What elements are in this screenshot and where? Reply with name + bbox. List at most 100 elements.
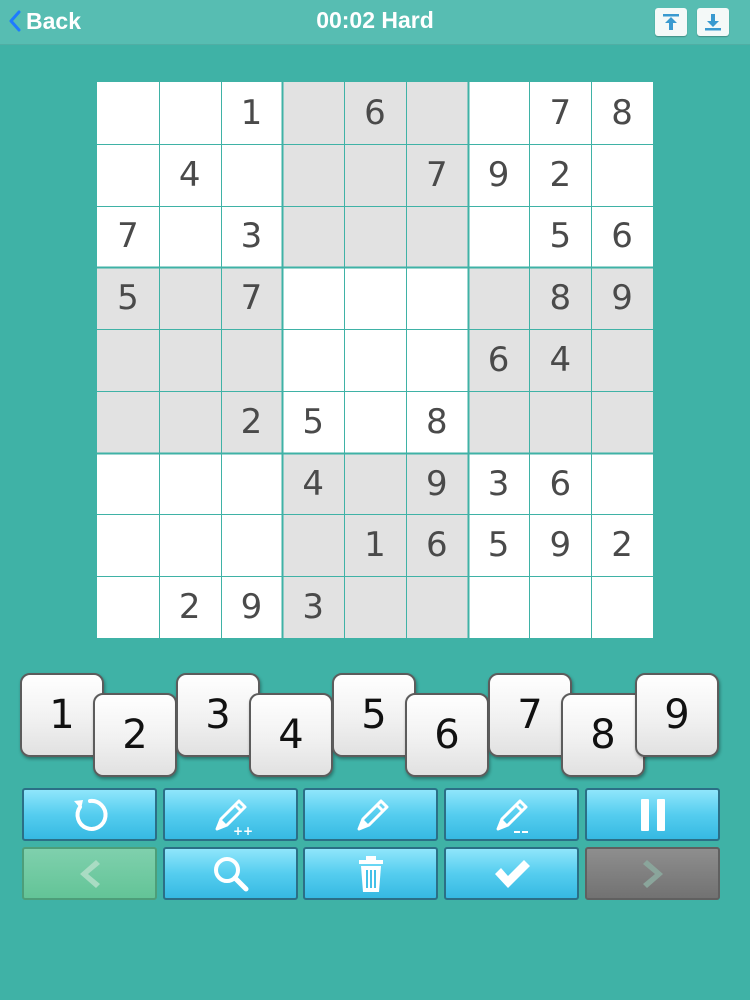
cell-r5c4[interactable] (282, 329, 344, 391)
cell-r5c9[interactable] (591, 329, 653, 391)
cell-r7c5[interactable] (344, 452, 406, 515)
pencil-plus-button[interactable]: ++ (163, 788, 298, 841)
cell-r5c5[interactable] (344, 329, 406, 391)
cell-r5c1[interactable] (97, 329, 159, 391)
upload-button[interactable] (655, 8, 687, 36)
cell-r3c7[interactable] (468, 206, 530, 268)
cell-r9c4[interactable]: 3 (282, 576, 345, 638)
cell-r8c1[interactable] (97, 514, 159, 576)
cell-r9c6[interactable] (405, 576, 468, 638)
cell-r6c1[interactable] (97, 390, 159, 453)
cell-r7c2[interactable] (159, 453, 221, 515)
number-key-7[interactable]: 7 (488, 673, 572, 757)
cell-r2c9[interactable] (591, 144, 653, 206)
cell-r9c5[interactable] (344, 576, 406, 638)
cell-r8c9[interactable]: 2 (591, 514, 653, 576)
cell-r2c4[interactable] (282, 143, 345, 206)
cell-r4c8[interactable]: 8 (529, 267, 592, 330)
cell-r3c6[interactable] (405, 205, 468, 268)
cell-r8c3[interactable] (221, 514, 283, 576)
cell-r5c2[interactable] (158, 329, 221, 391)
download-button[interactable] (697, 8, 729, 36)
cell-r4c1[interactable]: 5 (97, 267, 159, 330)
cell-r2c1[interactable] (97, 144, 159, 206)
cell-r6c3[interactable]: 2 (220, 390, 283, 453)
cell-r5c8[interactable]: 4 (529, 329, 592, 391)
cell-r6c9[interactable] (591, 390, 653, 453)
cell-r6c5[interactable] (344, 391, 406, 453)
cell-r9c8[interactable] (529, 576, 591, 638)
back-button[interactable]: Back (8, 5, 81, 37)
cell-r6c2[interactable] (158, 390, 221, 453)
cell-r1c7[interactable] (468, 82, 530, 144)
cell-r6c4[interactable]: 5 (282, 391, 344, 453)
cell-r4c5[interactable] (344, 267, 406, 329)
number-key-4[interactable]: 4 (249, 693, 333, 777)
cell-r2c8[interactable]: 2 (529, 144, 591, 206)
number-key-1[interactable]: 1 (20, 673, 104, 757)
cell-r1c4[interactable] (282, 82, 345, 144)
cell-r7c9[interactable] (591, 453, 653, 515)
cell-r1c3[interactable]: 1 (221, 82, 283, 144)
cell-r1c9[interactable]: 8 (591, 82, 653, 144)
cell-r5c7[interactable]: 6 (467, 329, 530, 391)
cell-r2c3[interactable] (221, 144, 283, 206)
cell-r7c3[interactable] (221, 453, 283, 515)
cell-r8c2[interactable] (159, 514, 221, 576)
cell-r2c7[interactable]: 9 (468, 144, 530, 206)
redo-button[interactable] (585, 847, 720, 900)
cell-r1c6[interactable] (405, 82, 468, 144)
cell-r7c8[interactable]: 6 (529, 453, 591, 515)
undo-button[interactable] (22, 847, 157, 900)
cell-r2c5[interactable] (344, 143, 406, 206)
cell-r4c3[interactable]: 7 (220, 267, 283, 330)
cell-r8c4[interactable] (282, 514, 345, 577)
cell-r7c6[interactable]: 9 (405, 452, 468, 515)
cell-r7c4[interactable]: 4 (282, 452, 345, 515)
cell-r4c6[interactable] (406, 267, 468, 329)
cell-r1c5[interactable]: 6 (344, 82, 406, 144)
number-key-6[interactable]: 6 (405, 693, 489, 777)
cell-r6c7[interactable] (467, 390, 530, 453)
cell-r7c7[interactable]: 3 (468, 453, 530, 515)
cell-r9c3[interactable]: 9 (221, 576, 283, 638)
cell-r1c2[interactable] (159, 82, 221, 144)
cell-r9c1[interactable] (97, 576, 159, 638)
cell-r6c6[interactable]: 8 (406, 391, 468, 453)
cell-r3c1[interactable]: 7 (97, 206, 159, 268)
cell-r2c2[interactable]: 4 (159, 144, 221, 206)
cell-r3c3[interactable]: 3 (221, 206, 283, 268)
number-key-2[interactable]: 2 (93, 693, 177, 777)
number-key-8[interactable]: 8 (561, 693, 645, 777)
pencil-minus-button[interactable] (444, 788, 579, 841)
erase-button[interactable] (303, 847, 438, 900)
cell-r4c7[interactable] (467, 267, 530, 330)
cell-r1c1[interactable] (97, 82, 159, 144)
cell-r9c9[interactable] (591, 576, 653, 638)
cell-r4c9[interactable]: 9 (591, 267, 653, 330)
cell-r8c7[interactable]: 5 (468, 514, 530, 576)
cell-r4c4[interactable] (282, 267, 344, 329)
restart-button[interactable] (22, 788, 157, 841)
cell-r9c7[interactable] (468, 576, 530, 638)
number-key-3[interactable]: 3 (176, 673, 260, 757)
number-key-9[interactable]: 9 (635, 673, 719, 757)
cell-r3c2[interactable] (159, 206, 221, 268)
cell-r6c8[interactable] (529, 390, 592, 453)
hint-button[interactable] (163, 847, 298, 900)
cell-r5c3[interactable] (220, 329, 283, 391)
pencil-button[interactable] (303, 788, 438, 841)
cell-r3c8[interactable]: 5 (529, 206, 591, 268)
cell-r3c5[interactable] (344, 205, 406, 268)
cell-r2c6[interactable]: 7 (405, 143, 468, 206)
cell-r8c6[interactable]: 6 (405, 514, 468, 577)
cell-r4c2[interactable] (158, 267, 221, 330)
check-button[interactable] (444, 847, 579, 900)
pause-button[interactable] (585, 788, 720, 841)
cell-r5c6[interactable] (406, 329, 468, 391)
number-key-5[interactable]: 5 (332, 673, 416, 757)
cell-r3c9[interactable]: 6 (591, 206, 653, 268)
cell-r9c2[interactable]: 2 (159, 576, 221, 638)
cell-r3c4[interactable] (282, 205, 345, 268)
cell-r8c8[interactable]: 9 (529, 514, 591, 576)
